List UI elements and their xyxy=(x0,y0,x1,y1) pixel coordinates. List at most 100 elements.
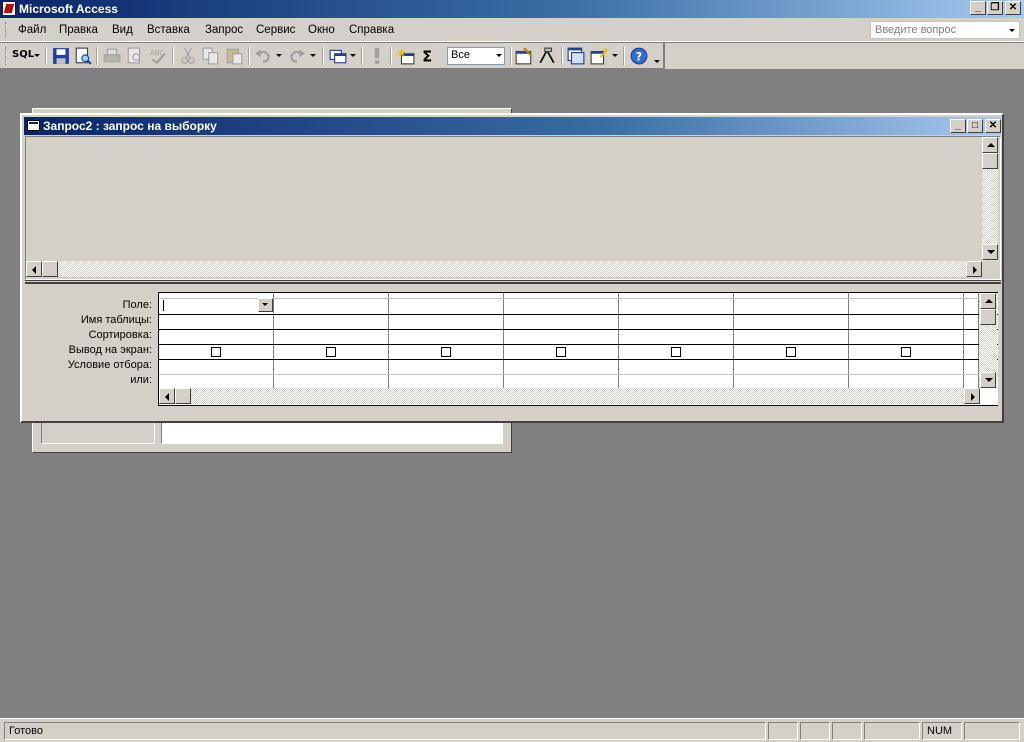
cut-icon[interactable] xyxy=(179,47,197,65)
status-text: Готово xyxy=(4,722,766,740)
design-grid[interactable] xyxy=(158,292,998,406)
row-label-show: Вывод на экран: xyxy=(68,344,152,356)
properties-icon[interactable] xyxy=(515,47,533,65)
table-pane-vertical-scrollbar[interactable] xyxy=(982,137,998,261)
app-minimize-button[interactable]: _ xyxy=(970,1,986,15)
query-type-icon[interactable] xyxy=(329,47,347,65)
status-panel xyxy=(832,722,862,740)
ask-question-box[interactable]: Введите вопрос xyxy=(870,21,1020,39)
row-label-field: Поле: xyxy=(122,299,152,311)
menu-file[interactable]: Файл xyxy=(18,24,46,36)
vertical-scroll-thumb[interactable] xyxy=(982,153,998,169)
query-minimize-button[interactable]: _ xyxy=(950,119,966,133)
show-checkbox-2[interactable] xyxy=(326,347,336,357)
app-title-bar: Microsoft Access _ ❐ ✕ xyxy=(0,0,1024,18)
run-icon[interactable] xyxy=(368,47,386,65)
preview-icon[interactable] xyxy=(126,47,144,65)
grid-vertical-scrollbar[interactable] xyxy=(979,293,997,388)
redo-icon[interactable] xyxy=(288,47,306,65)
menu-view[interactable]: Вид xyxy=(112,24,133,36)
grid-row-line xyxy=(159,344,998,345)
paste-icon[interactable] xyxy=(225,47,243,65)
scroll-down-icon[interactable] xyxy=(982,244,998,260)
scroll-up-icon[interactable] xyxy=(980,293,996,309)
horizontal-scroll-thumb[interactable] xyxy=(42,261,58,277)
ask-question-placeholder: Введите вопрос xyxy=(875,24,957,36)
chevron-down-icon[interactable] xyxy=(496,54,502,57)
scroll-right-icon[interactable] xyxy=(964,388,980,404)
show-checkbox-5[interactable] xyxy=(671,347,681,357)
status-panel xyxy=(768,722,798,740)
grid-row-line xyxy=(159,314,998,315)
chevron-down-icon[interactable] xyxy=(258,298,273,312)
table-pane-horizontal-scrollbar[interactable] xyxy=(26,261,982,277)
table-pane[interactable] xyxy=(25,136,1001,280)
access-app-icon[interactable] xyxy=(2,1,16,16)
show-checkbox-7[interactable] xyxy=(901,347,911,357)
menubar-grip-handle[interactable] xyxy=(5,22,8,38)
show-checkbox-4[interactable] xyxy=(556,347,566,357)
scroll-left-icon[interactable] xyxy=(26,261,42,277)
undo-dropdown-arrow[interactable] xyxy=(276,54,282,57)
chevron-down-icon[interactable] xyxy=(1009,29,1015,32)
query-window-title: Запрос2 : запрос на выборку xyxy=(43,119,217,133)
grid-row-line xyxy=(159,329,998,330)
text-caret xyxy=(163,300,164,311)
row-label-sort: Сортировка: xyxy=(88,329,152,341)
spelling-icon[interactable]: ABC xyxy=(149,47,167,65)
menu-tools[interactable]: Сервис xyxy=(256,24,295,36)
help-icon[interactable]: ? xyxy=(630,47,648,65)
grid-horizontal-scrollbar[interactable] xyxy=(159,388,980,404)
toolbar-empty-area xyxy=(665,43,1024,69)
top-values-combo[interactable]: Все xyxy=(447,47,505,65)
toolbar-options-arrow[interactable] xyxy=(654,60,660,63)
grid-row-line xyxy=(159,374,998,375)
grid-horizontal-scroll-thumb[interactable] xyxy=(175,388,191,404)
totals-icon[interactable]: Σ xyxy=(420,47,438,65)
scrollbar-corner xyxy=(982,261,998,277)
menu-query[interactable]: Запрос xyxy=(205,24,243,36)
query-design-window: Запрос2 : запрос на выборку _ □ ✕ Поле: … xyxy=(20,113,1004,423)
query-close-button[interactable]: ✕ xyxy=(985,119,1001,133)
app-restore-button[interactable]: ❐ xyxy=(987,1,1003,15)
status-panel xyxy=(964,722,1020,740)
menu-insert[interactable]: Вставка xyxy=(147,24,190,36)
scroll-left-icon[interactable] xyxy=(159,388,175,404)
row-label-table: Имя таблицы: xyxy=(80,314,152,326)
menu-edit[interactable]: Правка xyxy=(59,24,98,36)
grid-row-line xyxy=(159,359,998,360)
print-preview-icon[interactable] xyxy=(74,47,92,65)
show-table-icon[interactable] xyxy=(397,47,415,65)
copy-icon[interactable] xyxy=(202,47,220,65)
new-object-dropdown-arrow[interactable] xyxy=(612,54,618,57)
print-icon[interactable] xyxy=(103,47,121,65)
background-window-field[interactable] xyxy=(161,421,503,444)
query-maximize-button[interactable]: □ xyxy=(967,119,983,133)
save-icon[interactable] xyxy=(52,47,70,65)
query-type-dropdown-arrow[interactable] xyxy=(350,54,356,57)
scroll-right-icon[interactable] xyxy=(966,261,982,277)
status-panel xyxy=(800,722,830,740)
view-dropdown-arrow[interactable] xyxy=(34,54,40,57)
query-window-icon[interactable] xyxy=(27,120,40,131)
scroll-up-icon[interactable] xyxy=(982,137,998,153)
scroll-down-icon[interactable] xyxy=(980,372,996,388)
grid-vertical-scroll-thumb[interactable] xyxy=(980,309,996,325)
query-design-toolbar: SQL ABC Σ Все ? xyxy=(0,43,664,69)
query-window-title-bar[interactable]: Запрос2 : запрос на выборку _ □ ✕ xyxy=(24,117,1001,135)
show-checkbox-3[interactable] xyxy=(441,347,451,357)
new-object-icon[interactable] xyxy=(590,47,608,65)
menu-window[interactable]: Окно xyxy=(308,24,335,36)
database-window-icon[interactable] xyxy=(567,47,585,65)
show-checkbox-6[interactable] xyxy=(786,347,796,357)
menu-help[interactable]: Справка xyxy=(349,24,394,36)
app-close-button[interactable]: ✕ xyxy=(1005,1,1021,15)
undo-icon[interactable] xyxy=(254,47,272,65)
toolbar-grip-handle[interactable] xyxy=(5,47,8,65)
redo-dropdown-arrow[interactable] xyxy=(310,54,316,57)
build-icon[interactable] xyxy=(538,47,556,65)
pane-splitter[interactable] xyxy=(25,280,1001,284)
view-sql-button[interactable]: SQL xyxy=(12,49,34,60)
field-combo-box[interactable] xyxy=(160,298,273,312)
show-checkbox-1[interactable] xyxy=(211,347,221,357)
